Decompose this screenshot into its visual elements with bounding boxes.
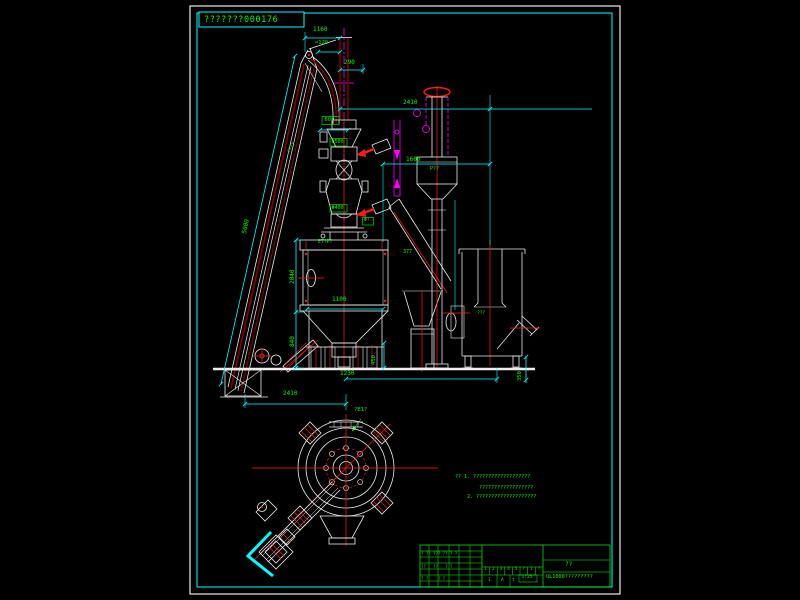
- dim-1600: 1600: [406, 157, 420, 163]
- tb-left-row-3: ? ? ? ?: [421, 577, 445, 581]
- dim-840: 840: [290, 336, 296, 347]
- tb-rev-2: 2: [492, 568, 495, 572]
- label-lift-hopper: P??: [430, 167, 439, 172]
- label-tank: ???: [477, 312, 485, 317]
- tb-left-row-2: ?? ?? ? ?: [421, 565, 452, 569]
- tb-rev-4: 4: [507, 568, 510, 572]
- titleblock-scale: 1:25: [522, 576, 533, 581]
- titleblock-company: ??: [565, 562, 572, 568]
- screw-feeder: [253, 340, 318, 372]
- tank: [443, 240, 540, 368]
- titleblock-drawing-no: QL1000?????????: [546, 575, 593, 580]
- label-phi500: Φ500: [332, 140, 344, 145]
- label-mixer-body: ET?P?: [318, 241, 332, 246]
- dim-2040: 2040: [290, 270, 296, 284]
- dimension-lines: [219, 32, 592, 410]
- feed-stack: [319, 28, 391, 372]
- sheet-code-label: ???????000176: [204, 16, 278, 25]
- sheet-frame: [190, 6, 620, 594]
- dim-2410-bottom: 2410: [283, 391, 297, 397]
- tb-bottom-3: t: [512, 579, 515, 584]
- label-plan-diameter: ?E1?: [354, 408, 367, 414]
- dim-600: 600: [325, 118, 335, 124]
- note-line-1: ?? 1. ???????????????????: [455, 475, 530, 480]
- tb-bottom-2: A: [501, 579, 504, 584]
- dim-450: 450: [372, 355, 378, 365]
- bucket-elevator: [220, 40, 339, 397]
- cad-canvas[interactable]: ???????000176 ?? 1. ??????????????????? …: [0, 0, 800, 600]
- tb-rev-8: ?: [538, 568, 541, 572]
- tb-rev-3: 3: [500, 568, 503, 572]
- tb-rev-1: 1: [484, 568, 487, 572]
- dim-1230: 1230: [340, 371, 354, 377]
- tb-rev-5: 5: [515, 568, 518, 572]
- plan-view: [248, 414, 438, 576]
- drawing-linework: [0, 0, 800, 600]
- dim-1160: 1160: [313, 27, 327, 33]
- note-line-2: ??????????????????: [479, 486, 533, 491]
- mixer-body: [298, 240, 388, 370]
- dim-2410-top: 2410: [403, 100, 417, 106]
- label-duct-phi: Φ?: [364, 219, 369, 224]
- tb-rev-7: 1: [530, 568, 533, 572]
- tb-rev-6: ?: [522, 568, 525, 572]
- label-phi400: Φ400: [332, 206, 344, 211]
- dim-approx-120: ≈120: [315, 41, 328, 47]
- dim-350: 350: [518, 371, 524, 381]
- dim-1100: 1100: [332, 297, 346, 303]
- dim-290: 290: [344, 60, 355, 66]
- note-line-3: 2. ????????????????????: [467, 495, 536, 500]
- tb-bottom-1: 1: [488, 579, 491, 584]
- tb-left-row-1: ? ?? ??? ?? ? ?: [421, 552, 457, 556]
- label-377: 377: [403, 250, 412, 255]
- label-boxes: [322, 117, 374, 432]
